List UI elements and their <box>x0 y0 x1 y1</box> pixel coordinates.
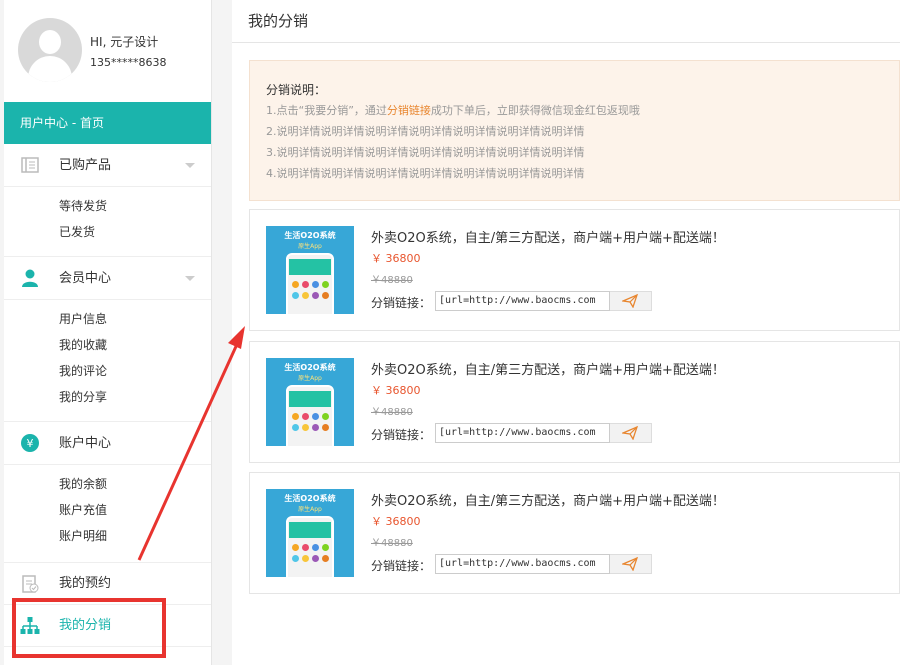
notice-line: 1.点击“我要分销”，通过分销链接成功下单后，立即获得微信现金红包返现哦 <box>266 102 899 123</box>
thumb-subtitle: 原生App <box>298 506 322 513</box>
profile: HI, 元子设计 135*****8638 <box>4 0 211 102</box>
thumb-subtitle: 原生App <box>298 243 322 250</box>
notice-text: 成功下单后，立即获得微信现金红包返现哦 <box>430 104 640 117</box>
sidebar-group-member[interactable]: 会员中心 <box>4 257 211 300</box>
sidebar-item-waiting-ship[interactable]: 等待发货 <box>59 193 211 219</box>
sidebar-group-label: 账户中心 <box>59 436 112 451</box>
product-price: ￥ 36800 <box>371 252 421 265</box>
link-label: 分销链接： <box>371 296 432 310</box>
product-price: ￥ 36800 <box>371 515 421 528</box>
account-icon: ¥ <box>21 434 39 452</box>
product-old-price: ￥48880 <box>371 538 413 549</box>
products-icon <box>21 157 39 173</box>
sidebar-group-account[interactable]: ¥ 账户中心 <box>4 422 211 465</box>
svg-text:¥: ¥ <box>27 437 34 450</box>
sidebar-item-shipped[interactable]: 已发货 <box>59 219 211 245</box>
sidebar-item-balance[interactable]: 我的余额 <box>59 471 211 497</box>
page: HI, 元子设计 135*****8638 用户中心 - 首页 已购产品 等待发… <box>0 0 900 665</box>
sidebar-item-reviews[interactable]: 我的评论 <box>59 358 211 384</box>
chevron-down-icon[interactable] <box>185 163 195 168</box>
send-button[interactable] <box>610 291 652 311</box>
product-price: ￥ 36800 <box>371 384 421 397</box>
sidebar: HI, 元子设计 135*****8638 用户中心 - 首页 已购产品 等待发… <box>4 0 212 665</box>
chevron-down-icon[interactable] <box>185 276 195 281</box>
product-thumbnail[interactable]: 生活O2O系统 原生App <box>266 358 354 446</box>
thumb-title: 生活O2O系统 <box>284 494 336 503</box>
product-card: 生活O2O系统 原生App 外卖O2O系统，自主/第三方配送，商户端+用户端+配… <box>249 341 900 463</box>
thumb-subtitle: 原生App <box>298 375 322 382</box>
notice-title: 分销说明： <box>266 83 327 97</box>
product-card: 生活O2O系统 原生App 外卖O2O系统，自主/第三方配送，商户端+用户端+配… <box>249 472 900 594</box>
sidebar-item-favorites[interactable]: 我的收藏 <box>59 332 211 358</box>
sidebar-item-user-info[interactable]: 用户信息 <box>59 306 211 332</box>
product-title[interactable]: 外卖O2O系统，自主/第三方配送，商户端+用户端+配送端！ <box>371 227 725 246</box>
product-card: 生活O2O系统 原生App 外卖O2O系统，自主/第三方配送，商户端+用户端+配… <box>249 209 900 331</box>
sidebar-group-purchased[interactable]: 已购产品 <box>4 144 211 187</box>
send-icon <box>622 557 638 571</box>
product-old-price: ￥48880 <box>371 407 413 418</box>
sidebar-item-details[interactable]: 账户明细 <box>59 523 211 549</box>
thumb-title: 生活O2O系统 <box>284 231 336 240</box>
distribution-link-field[interactable]: [url=http://www.baocms.com <box>435 554 610 574</box>
distribution-link-field[interactable]: [url=http://www.baocms.com <box>435 423 610 443</box>
thumb-title: 生活O2O系统 <box>284 363 336 372</box>
user-greeting: HI, 元子设计 <box>90 35 159 49</box>
sidebar-group-label: 已购产品 <box>59 158 112 173</box>
page-title: 我的分销 <box>232 0 900 43</box>
reservation-icon <box>22 575 39 593</box>
sidebar-group-label: 会员中心 <box>59 271 112 286</box>
notice-line: 4.说明详情说明详情说明详情说明详情说明详情说明详情说明详情 <box>266 167 585 180</box>
user-phone: 135*****8638 <box>90 56 167 69</box>
distribution-notice: 分销说明： 1.点击“我要分销”，通过分销链接成功下单后，立即获得微信现金红包返… <box>249 60 900 201</box>
send-button[interactable] <box>610 554 652 574</box>
link-label: 分销链接： <box>371 559 432 573</box>
notice-line: 2.说明详情说明详情说明详情说明详情说明详情说明详情说明详情 <box>266 125 585 138</box>
notice-text: 1.点击“我要分销”，通过 <box>266 104 387 117</box>
product-thumbnail[interactable]: 生活O2O系统 原生App <box>266 489 354 577</box>
notice-line: 3.说明详情说明详情说明详情说明详情说明详情说明详情说明详情 <box>266 146 585 159</box>
distribution-link-highlight: 分销链接 <box>386 104 431 117</box>
product-thumbnail[interactable]: 生活O2O系统 原生App <box>266 226 354 314</box>
distribution-link-field[interactable]: [url=http://www.baocms.com <box>435 291 610 311</box>
sidebar-item-shares[interactable]: 我的分享 <box>59 384 211 410</box>
product-title[interactable]: 外卖O2O系统，自主/第三方配送，商户端+用户端+配送端！ <box>371 359 725 378</box>
member-icon <box>22 269 38 287</box>
product-old-price: ￥48880 <box>371 275 413 286</box>
highlight-annotation <box>12 598 166 658</box>
sidebar-item-home[interactable]: 用户中心 - 首页 <box>4 102 211 144</box>
sidebar-item-recharge[interactable]: 账户充值 <box>59 497 211 523</box>
link-label: 分销链接： <box>371 428 432 442</box>
sidebar-item-label: 我的预约 <box>59 576 112 591</box>
send-button[interactable] <box>610 423 652 443</box>
main-content: 我的分销 分销说明： 1.点击“我要分销”，通过分销链接成功下单后，立即获得微信… <box>232 0 900 665</box>
send-icon <box>622 294 638 308</box>
product-title[interactable]: 外卖O2O系统，自主/第三方配送，商户端+用户端+配送端！ <box>371 490 725 509</box>
avatar[interactable] <box>18 18 82 82</box>
send-icon <box>622 426 638 440</box>
